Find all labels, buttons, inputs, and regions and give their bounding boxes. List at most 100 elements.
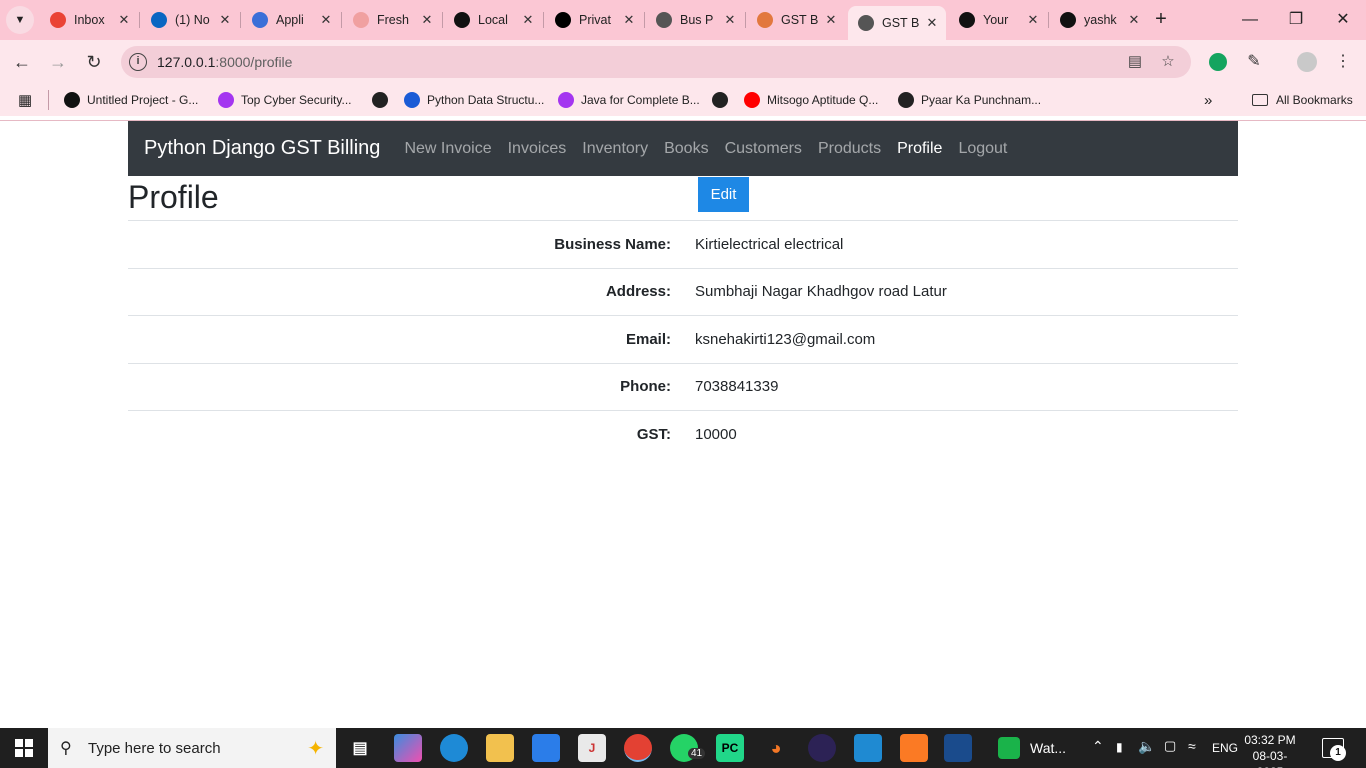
profile-details: Business Name: Kirtielectrical electrical… [128, 220, 1238, 458]
copilot-sparkle-icon: ✦ [307, 737, 324, 760]
nav-link-new-invoice[interactable]: New Invoice [396, 140, 499, 158]
tab-separator [139, 12, 140, 28]
edit-button[interactable]: Edit [698, 177, 749, 212]
close-tab-icon[interactable]: ✕ [924, 15, 940, 31]
browser-tab[interactable]: Inbox ✕ [40, 6, 138, 34]
start-button[interactable] [0, 728, 48, 768]
browser-tab[interactable]: Appli ✕ [242, 6, 340, 34]
url-text[interactable]: 127.0.0.1:8000/profile [157, 54, 292, 70]
reload-button[interactable]: ↻ [82, 50, 106, 74]
close-tab-icon[interactable]: ✕ [621, 12, 637, 28]
tab-title: yashk [1084, 13, 1117, 27]
language-indicator[interactable]: ENG [1212, 741, 1238, 755]
kebab-menu-icon[interactable]: ⋮ [1331, 50, 1355, 74]
apps-button[interactable]: ▦ [18, 90, 32, 110]
address-bar[interactable]: i 127.0.0.1:8000/profile ▤ ☆ [121, 46, 1191, 78]
browser-tab[interactable]: Local ✕ [444, 6, 542, 34]
xampp-icon[interactable] [900, 734, 928, 762]
tab-separator [745, 12, 746, 28]
edge-icon[interactable] [440, 734, 468, 762]
bookmark-item[interactable]: Top Cyber Security... [218, 90, 351, 110]
jupyter-icon[interactable]: ◕ [762, 734, 790, 762]
close-tab-icon[interactable]: ✕ [1126, 12, 1142, 28]
nav-link-invoices[interactable]: Invoices [500, 140, 575, 158]
chevron-up-icon[interactable]: ⌃ [1092, 738, 1104, 755]
close-tab-icon[interactable]: ✕ [520, 12, 536, 28]
tab-separator [240, 12, 241, 28]
field-label: Phone: [620, 378, 671, 396]
battery-icon[interactable]: ▮ [1116, 740, 1123, 754]
close-tab-icon[interactable]: ✕ [722, 12, 738, 28]
more-bookmarks-button[interactable]: » [1204, 90, 1212, 110]
close-tab-icon[interactable]: ✕ [823, 12, 839, 28]
pycharm-icon[interactable]: PC [716, 734, 744, 762]
bookmark-item[interactable]: Python Data Structu... [404, 90, 544, 110]
nav-link-customers[interactable]: Customers [717, 140, 810, 158]
bookmark-item[interactable] [712, 90, 735, 110]
globe-icon [372, 92, 388, 108]
bookmark-item[interactable]: Pyaar Ka Punchnam... [898, 90, 1041, 110]
back-button[interactable]: ← [10, 50, 34, 74]
browser-tab[interactable]: GST B ✕ [747, 6, 845, 34]
profile-row: Phone: 7038841339 [128, 362, 1238, 411]
volume-icon[interactable]: 🔈 [1138, 738, 1155, 755]
close-tab-icon[interactable]: ✕ [318, 12, 334, 28]
url-path: :8000/profile [215, 54, 293, 70]
site-info-icon[interactable]: i [129, 53, 147, 71]
browser-tab[interactable]: yashk ✕ [1050, 6, 1148, 34]
extensions-icon[interactable]: ✎ [1242, 50, 1266, 74]
bookmark-item[interactable] [372, 90, 395, 110]
restore-icon: ❐ [1288, 11, 1304, 28]
nav-link-profile[interactable]: Profile [889, 140, 950, 158]
nav-link-logout[interactable]: Logout [950, 140, 1015, 158]
app-brand[interactable]: Python Django GST Billing [144, 137, 380, 160]
forward-button[interactable]: → [46, 50, 70, 74]
java-icon[interactable]: J [578, 734, 606, 762]
nav-link-books[interactable]: Books [656, 140, 716, 158]
bookmark-label: Python Data Structu... [427, 93, 545, 107]
file-explorer-icon[interactable] [486, 734, 514, 762]
star-icon[interactable]: ☆ [1158, 52, 1178, 72]
field-value: 7038841339 [695, 378, 779, 396]
browser-tab[interactable]: (1) No ✕ [141, 6, 239, 34]
translate-icon[interactable]: ▤ [1125, 52, 1145, 72]
vscode-icon[interactable] [854, 734, 882, 762]
bookmark-item[interactable]: Java for Complete B... [558, 90, 700, 110]
nav-link-products[interactable]: Products [810, 140, 889, 158]
close-tab-icon[interactable]: ✕ [116, 12, 132, 28]
wifi-icon[interactable]: ≈ [1188, 738, 1196, 754]
copilot-icon[interactable] [394, 734, 422, 762]
mysql-icon[interactable] [944, 734, 972, 762]
chrome-icon[interactable] [624, 734, 652, 762]
bookmark-label: Pyaar Ka Punchnam... [921, 93, 1042, 107]
browser-tab[interactable]: Bus P ✕ [646, 6, 744, 34]
browser-tab[interactable]: Your ✕ [949, 6, 1047, 34]
browser-tab[interactable]: GST B ✕ [848, 6, 946, 40]
watch-app-icon[interactable] [998, 737, 1020, 759]
bookmark-item[interactable]: Mitsogo Aptitude Q... [744, 90, 878, 110]
close-tab-icon[interactable]: ✕ [419, 12, 435, 28]
all-bookmarks-button[interactable]: All Bookmarks [1252, 90, 1353, 110]
new-tab-button[interactable]: + [1149, 8, 1173, 32]
close-tab-icon[interactable]: ✕ [1025, 12, 1041, 28]
close-window-button[interactable]: ✕ [1331, 8, 1355, 32]
tab-separator [442, 12, 443, 28]
browser-tab[interactable]: Fresh ✕ [343, 6, 441, 34]
taskbar-search[interactable]: ⚲ Type here to search ✦ [48, 728, 336, 768]
grammarly-icon[interactable] [1206, 50, 1230, 74]
eclipse-icon[interactable] [808, 734, 836, 762]
tab-search-button[interactable]: ▼ [6, 6, 34, 34]
camera-icon[interactable]: ▢ [1164, 738, 1176, 754]
browser-tab[interactable]: Privat ✕ [545, 6, 643, 34]
nav-link-inventory[interactable]: Inventory [574, 140, 656, 158]
task-view-icon[interactable]: ▤ [346, 734, 374, 762]
bookmark-item[interactable]: Untitled Project - G... [64, 90, 198, 110]
close-tab-icon[interactable]: ✕ [217, 12, 233, 28]
restore-button[interactable]: ❐ [1284, 8, 1308, 32]
profile-avatar[interactable] [1295, 50, 1319, 74]
store-icon[interactable] [532, 734, 560, 762]
minimize-button[interactable]: — [1238, 8, 1262, 32]
clock[interactable]: 03:32 PM 08-03-2025 [1240, 732, 1300, 768]
globe-icon [656, 12, 672, 28]
profile-row: Email: ksnehakirti123@gmail.com [128, 315, 1238, 363]
